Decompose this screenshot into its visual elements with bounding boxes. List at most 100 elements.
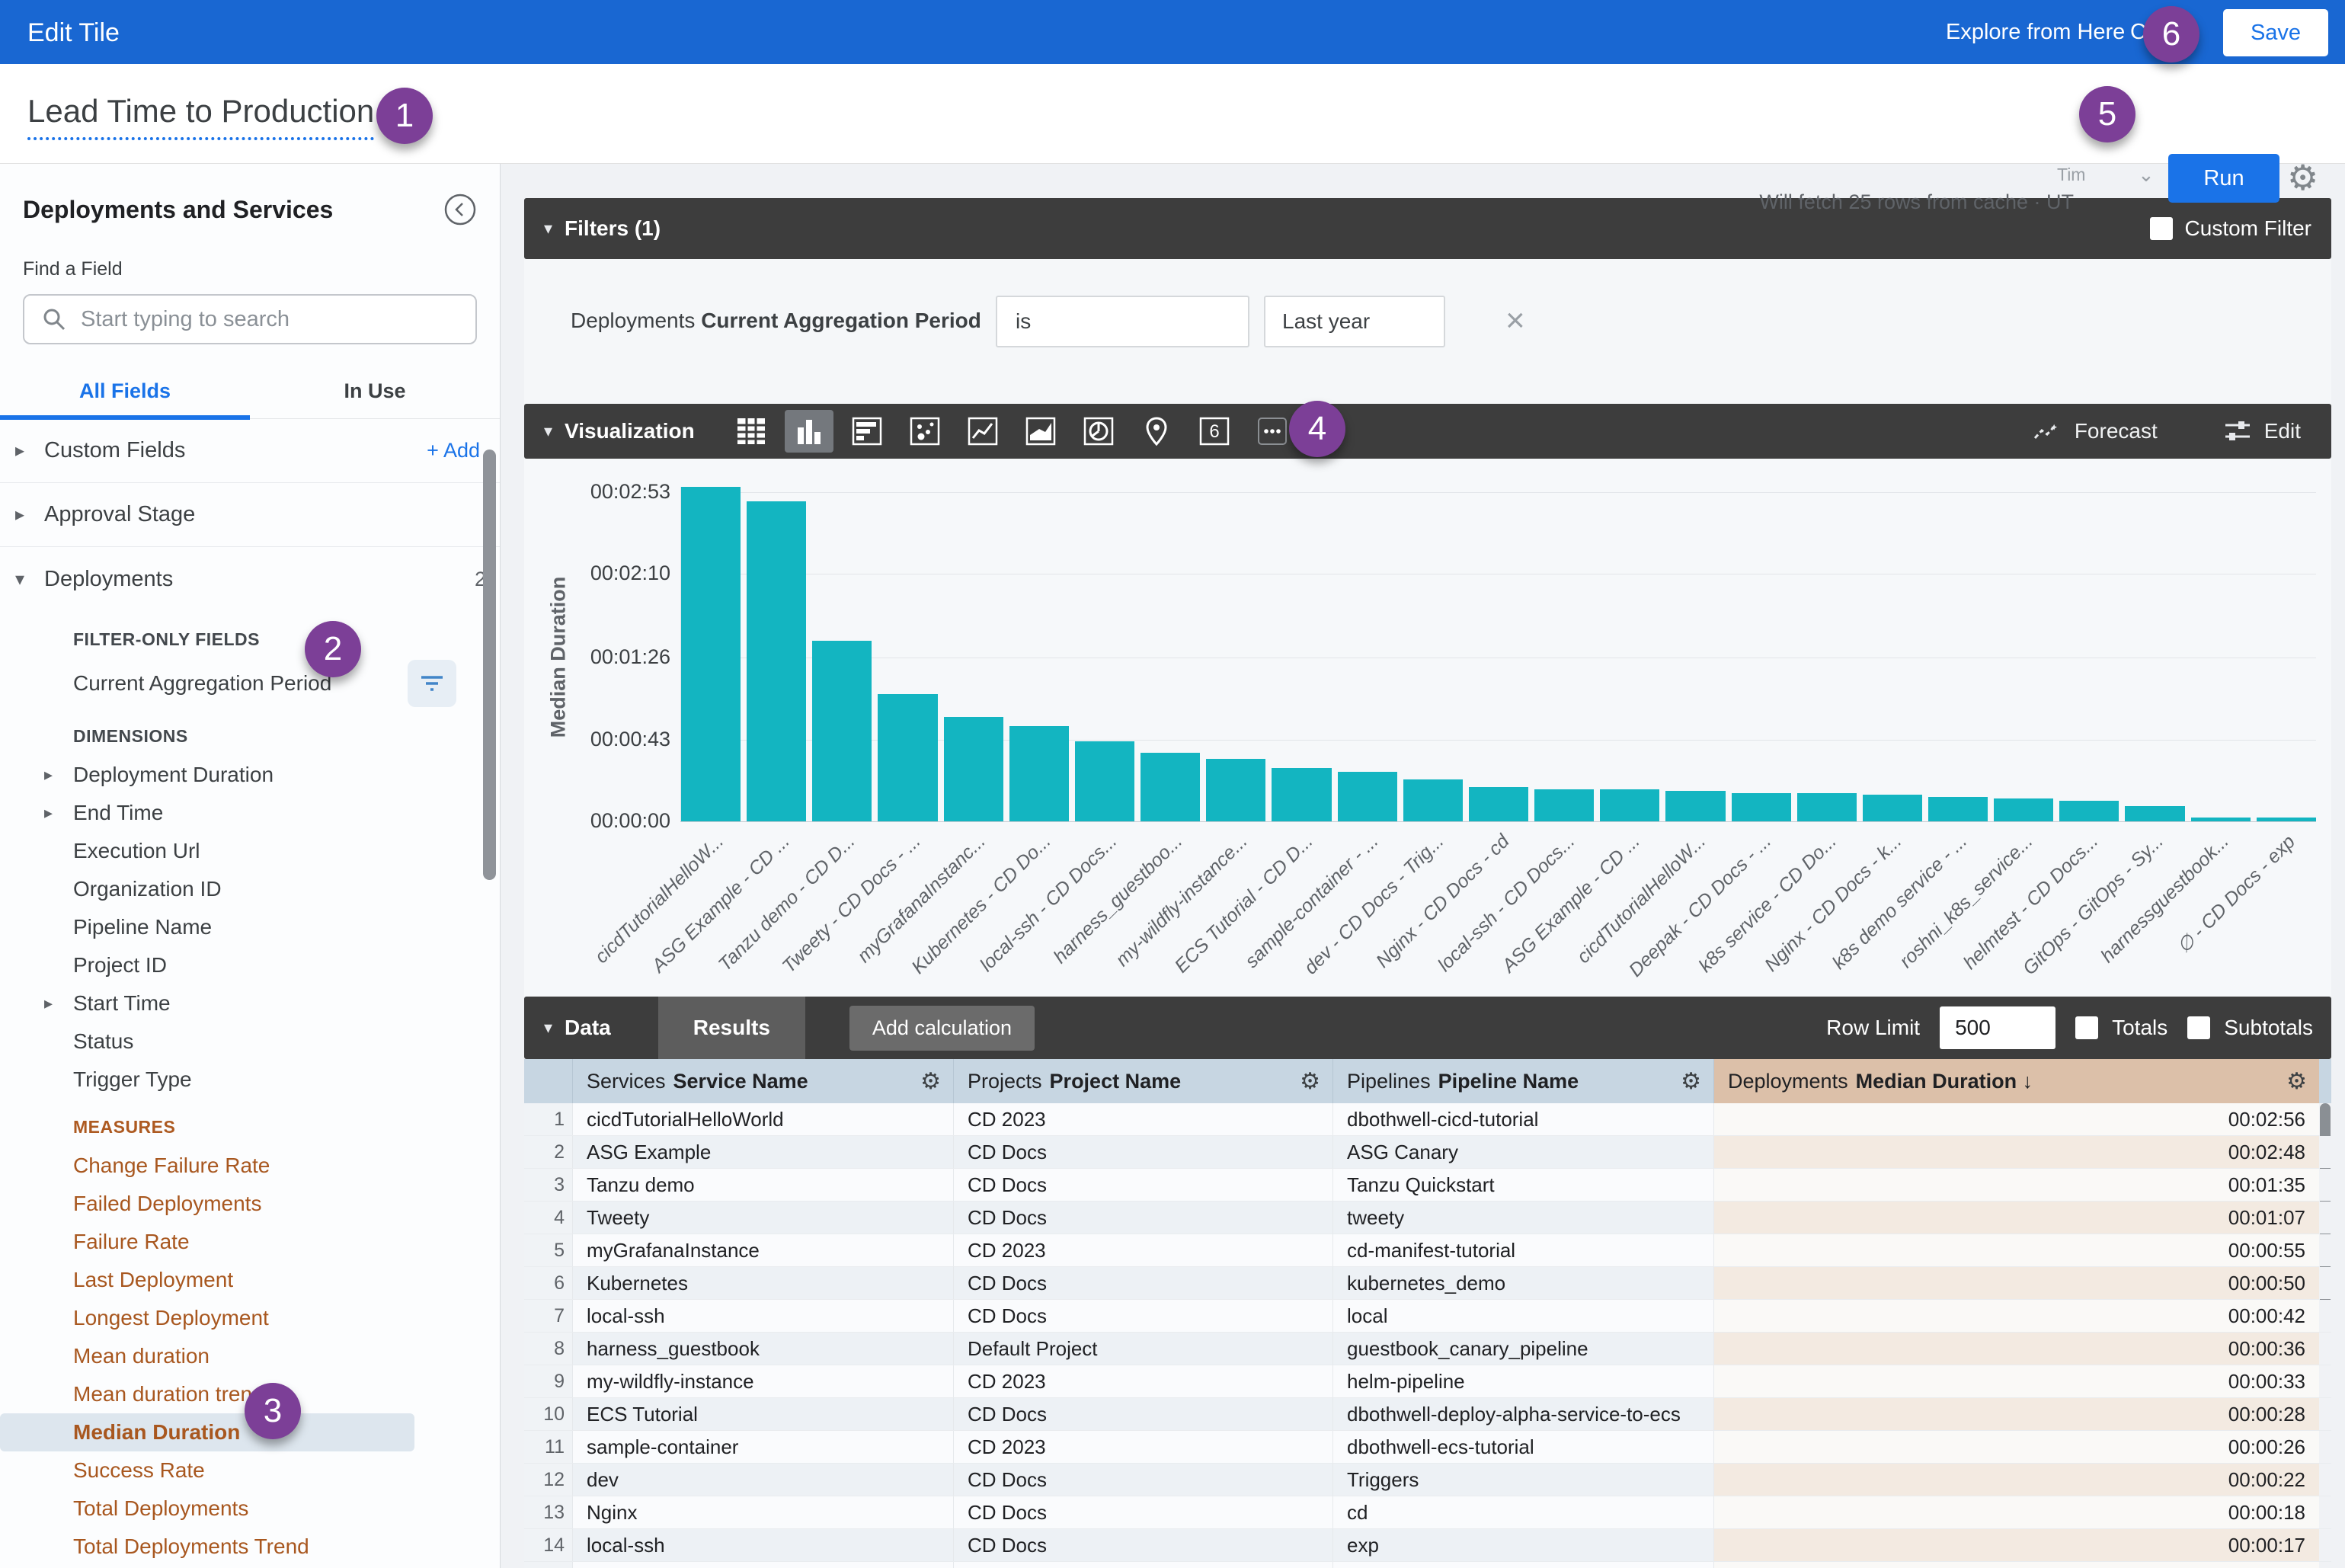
edit-viz-button[interactable]: Edit [2223, 418, 2301, 444]
remove-filter-icon[interactable]: × [1505, 302, 1525, 340]
column-header[interactable]: PipelinesPipeline Name⚙ [1333, 1059, 1714, 1103]
custom-filter-checkbox[interactable] [2150, 217, 2173, 240]
bar[interactable] [1994, 798, 2053, 821]
filter-operator-select[interactable]: is [996, 296, 1249, 347]
dimension-item[interactable]: ▸End Time [0, 794, 500, 832]
measure-item[interactable]: Total Deployments Trend [0, 1528, 500, 1566]
table-row[interactable]: 10ECS TutorialCD Docsdbothwell-deploy-al… [524, 1398, 2331, 1431]
bar[interactable] [1797, 793, 1857, 821]
area-chart-icon[interactable] [1016, 410, 1065, 453]
chevron-down-icon[interactable]: ⌄ [2138, 163, 2155, 187]
measure-item[interactable]: Change Failure Rate [0, 1147, 500, 1185]
bar[interactable] [2125, 806, 2184, 821]
dimension-item[interactable]: ▸Start Time [0, 984, 500, 1022]
gear-icon[interactable]: ⚙ [2286, 1068, 2307, 1095]
dimension-item[interactable]: ▸Deployment Duration [0, 756, 500, 794]
dimension-item[interactable]: Trigger Type [0, 1061, 500, 1099]
bar[interactable] [1534, 789, 1594, 821]
visualization-panel-header[interactable]: ▾ Visualization [524, 404, 2331, 459]
bar[interactable] [1338, 772, 1397, 821]
pie-chart-icon[interactable] [1074, 410, 1123, 453]
totals-checkbox[interactable] [2075, 1016, 2098, 1039]
sidebar-scrollbar[interactable] [483, 450, 496, 880]
gear-icon[interactable]: ⚙ [1300, 1068, 1320, 1095]
dimension-item[interactable]: Status [0, 1022, 500, 1061]
field-search-box[interactable] [23, 294, 477, 344]
bar[interactable] [1075, 741, 1134, 821]
table-row[interactable]: 2ASG ExampleCD DocsASG Canary00:02:48 [524, 1136, 2331, 1169]
forecast-button[interactable]: Forecast [2032, 418, 2158, 444]
gear-icon[interactable]: ⚙ [920, 1068, 941, 1095]
table-row[interactable]: 12devCD DocsTriggers00:00:22 [524, 1464, 2331, 1496]
table-row[interactable]: 9my-wildfly-instanceCD 2023helm-pipeline… [524, 1365, 2331, 1398]
gear-icon[interactable]: ⚙ [2287, 157, 2318, 198]
dimension-item[interactable]: Project ID [0, 946, 500, 984]
dimension-item[interactable]: Pipeline Name [0, 908, 500, 946]
filter-value-input[interactable]: Last year [1264, 296, 1445, 347]
bar[interactable] [1272, 768, 1331, 821]
table-row[interactable]: 15ASG ExampleCD DocsASG Rolling00:00:17 [524, 1562, 2331, 1568]
bar[interactable] [681, 487, 741, 821]
measure-item[interactable]: Mean duration [0, 1337, 500, 1375]
line-chart-icon[interactable] [958, 410, 1007, 453]
table-row[interactable]: 6KubernetesCD Docskubernetes_demo00:00:5… [524, 1267, 2331, 1300]
table-row[interactable]: 5myGrafanaInstanceCD 2023cd-manifest-tut… [524, 1234, 2331, 1267]
gear-icon[interactable]: ⚙ [1681, 1068, 1701, 1095]
measure-item[interactable]: Success Rate [0, 1451, 500, 1490]
explore-from-here-button[interactable]: Explore from Here [1946, 20, 2125, 45]
measure-item[interactable]: Total Deployments [0, 1490, 500, 1528]
measure-item[interactable]: Failure Rate [0, 1223, 500, 1261]
row-limit-input[interactable] [1940, 1006, 2055, 1049]
table-row[interactable]: 4TweetyCD Docstweety00:01:07 [524, 1202, 2331, 1234]
tab-in-use[interactable]: In Use [250, 379, 500, 418]
field-current-aggregation-period[interactable]: Current Aggregation Period [0, 659, 500, 708]
table-row[interactable]: 1cicdTutorialHelloWorldCD 2023dbothwell-… [524, 1103, 2331, 1136]
bar[interactable] [1206, 759, 1265, 821]
subtotals-checkbox[interactable] [2187, 1016, 2210, 1039]
bar[interactable] [1009, 726, 1069, 821]
bar-chart-icon[interactable] [785, 410, 833, 453]
search-input[interactable] [81, 307, 459, 332]
column-header[interactable]: ProjectsProject Name⚙ [954, 1059, 1333, 1103]
scatter-icon[interactable] [901, 410, 949, 453]
save-button[interactable]: Save [2223, 9, 2328, 56]
map-pin-icon[interactable] [1132, 410, 1181, 453]
bar[interactable] [1600, 789, 1659, 821]
bar[interactable] [1863, 795, 1922, 821]
tile-title[interactable]: Lead Time to Production [27, 93, 374, 140]
filter-field-button[interactable] [408, 660, 456, 707]
bar[interactable] [1469, 787, 1528, 821]
table-row[interactable]: 11sample-containerCD 2023dbothwell-ecs-t… [524, 1431, 2331, 1464]
table-row[interactable]: 7local-sshCD Docslocal00:00:42 [524, 1300, 2331, 1333]
bar[interactable] [1403, 779, 1463, 821]
measure-item[interactable]: Longest Deployment [0, 1299, 500, 1337]
tab-all-fields[interactable]: All Fields [0, 379, 250, 418]
bar[interactable] [747, 501, 806, 821]
bar[interactable] [1665, 791, 1725, 821]
add-calculation-button[interactable]: Add calculation [849, 1006, 1035, 1051]
table-icon[interactable] [727, 410, 776, 453]
table-row[interactable]: 3Tanzu demoCD DocsTanzu Quickstart00:01:… [524, 1169, 2331, 1202]
bar[interactable] [944, 717, 1003, 821]
add-custom-field-button[interactable]: + Add [427, 439, 480, 462]
single-value-icon[interactable]: 6 [1190, 410, 1239, 453]
horizontal-bar-icon[interactable] [843, 410, 891, 453]
bar[interactable] [2257, 818, 2316, 821]
bar[interactable] [1928, 797, 1988, 821]
caret-right-icon[interactable]: ▸ [44, 994, 53, 1013]
bar[interactable] [2191, 818, 2251, 821]
group-approval-stage[interactable]: ▸ Approval Stage [0, 483, 500, 547]
measure-item-selected[interactable]: Median Duration [0, 1413, 414, 1451]
dimension-item[interactable]: Organization ID [0, 870, 500, 908]
column-header[interactable]: ServicesService Name⚙ [573, 1059, 954, 1103]
collapse-sidebar-icon[interactable] [443, 193, 477, 226]
table-row[interactable]: 13NginxCD Docscd00:00:18 [524, 1496, 2331, 1529]
data-panel-header[interactable]: ▾ Data Results Add calculation Row Limit… [524, 997, 2331, 1059]
group-custom-fields[interactable]: ▸ Custom Fields + Add [0, 419, 500, 483]
dimension-item[interactable]: Execution Url [0, 832, 500, 870]
bar[interactable] [2059, 801, 2119, 821]
bar[interactable] [1732, 793, 1791, 821]
table-row[interactable]: 8harness_guestbookDefault Projectguestbo… [524, 1333, 2331, 1365]
caret-right-icon[interactable]: ▸ [44, 765, 53, 785]
timezone-selector[interactable]: Tim [2057, 165, 2085, 185]
